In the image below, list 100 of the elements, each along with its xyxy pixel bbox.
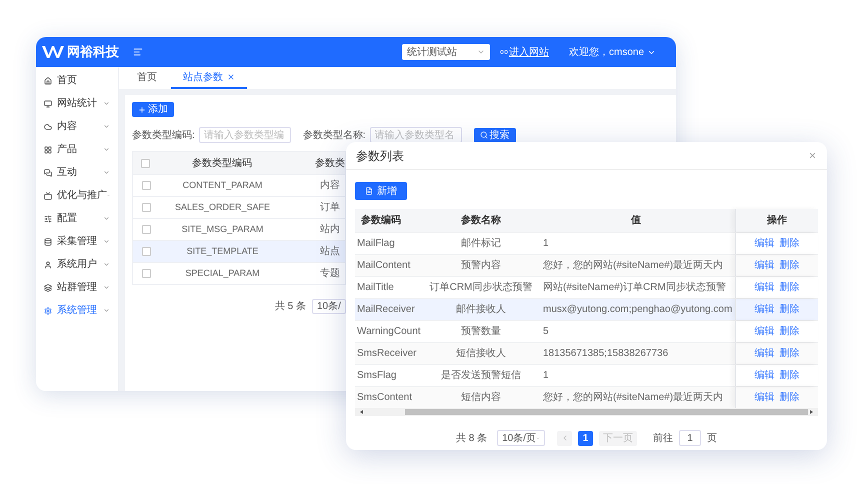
search-icon <box>480 131 488 139</box>
sidebar-item[interactable]: 优化与推广 <box>36 184 118 207</box>
search-button[interactable]: 搜索 <box>474 128 516 142</box>
table-cell: 订单CRM同步状态预警 <box>430 282 532 293</box>
menu-icon[interactable] <box>133 47 143 57</box>
chevron-icon <box>103 169 110 176</box>
edit-link[interactable]: 编辑 <box>754 258 774 273</box>
filter-label: 参数类型名称: <box>302 128 366 142</box>
sidebar-item[interactable]: 网站统计 <box>36 92 118 115</box>
cloud-icon <box>44 122 52 130</box>
jump-field[interactable]: 1 <box>679 430 702 446</box>
total-count: 共 5 条 <box>274 300 306 314</box>
table-cell: 邮件标记 <box>461 238 501 249</box>
table-cell-text: CONTENT_PARAM <box>182 178 264 192</box>
table-cell: 预警数量 <box>461 326 501 337</box>
filter-field[interactable]: 请输入参数类型名 <box>370 127 462 143</box>
document-icon <box>365 187 373 195</box>
horizontal-scrollbar[interactable] <box>355 408 818 416</box>
table-cell: 短信接收人 <box>456 348 506 359</box>
user-icon <box>44 260 52 268</box>
table-cell: 5 <box>543 326 549 337</box>
delete-link[interactable]: 删除 <box>780 236 800 251</box>
delete-link[interactable]: 删除 <box>780 346 800 361</box>
checkbox[interactable] <box>142 181 150 190</box>
checkbox[interactable] <box>142 225 150 234</box>
table-cell: 短信内容 <box>461 392 501 403</box>
chat-icon <box>44 168 52 176</box>
page-tab[interactable]: 站点参数 <box>171 67 247 89</box>
site-link[interactable]: 进入网站 <box>500 44 549 60</box>
sidebar-item[interactable]: 采集管理 <box>36 230 118 253</box>
table-cell: 18135671385;15838267736 <box>543 348 668 359</box>
sidebar-item[interactable]: 站群管理 <box>36 276 118 299</box>
close-icon[interactable] <box>808 151 817 160</box>
table-cell-text: 站点 <box>319 244 341 259</box>
column-header: 值 <box>631 214 641 228</box>
page-tab[interactable]: 首页 <box>125 67 169 89</box>
table-cell: SmsFlag <box>357 370 396 381</box>
new-button[interactable]: 新增 <box>355 182 407 200</box>
table-cell-text: 内容 <box>319 178 341 193</box>
chevron-icon <box>103 215 110 222</box>
grid-icon <box>44 146 52 154</box>
sidebar-item[interactable]: 内容 <box>36 115 118 138</box>
edit-link[interactable]: 编辑 <box>754 302 774 317</box>
table-cell: 是否发送预警短信 <box>441 370 521 381</box>
add-button[interactable]: 添加 <box>132 102 174 117</box>
site-select[interactable]: 统计测试站 <box>402 44 490 60</box>
chevron-icon <box>536 434 540 442</box>
table-cell-text: SITE_TEMPLATE <box>186 244 260 258</box>
edit-link[interactable]: 编辑 <box>754 280 774 295</box>
delete-link[interactable]: 删除 <box>780 324 800 339</box>
user-menu[interactable]: 欢迎您，cmsone <box>568 44 656 60</box>
table-cell-text: 站内 <box>319 222 341 237</box>
sidebar-item[interactable]: 系统用户 <box>36 253 118 276</box>
column-header: 参数编码 <box>361 214 401 228</box>
table-cell: 您好，您的网站(#siteName#)最近两天内 <box>543 392 724 403</box>
database-icon <box>44 238 52 246</box>
delete-link[interactable]: 删除 <box>780 368 800 383</box>
table-cell: WarningCount <box>357 326 421 337</box>
close-icon[interactable] <box>227 73 235 81</box>
sidebar-item[interactable]: 互动 <box>36 161 118 184</box>
checkbox[interactable] <box>142 203 150 212</box>
edit-link[interactable]: 编辑 <box>754 346 774 361</box>
table-cell: 1 <box>543 238 549 249</box>
sidebar-item[interactable]: 系统管理 <box>36 299 118 322</box>
column-header: 操作 <box>767 214 787 228</box>
logo-text: 网裕科技 <box>67 43 119 62</box>
sidebar-item[interactable]: 配置 <box>36 207 118 230</box>
table-cell-text: SITE_MSG_PARAM <box>180 222 264 236</box>
sliders-icon <box>44 214 52 222</box>
layers-icon <box>44 284 52 292</box>
delete-link[interactable]: 删除 <box>780 302 800 317</box>
sidebar-item[interactable]: 产品 <box>36 138 118 161</box>
checkbox[interactable] <box>142 269 150 278</box>
column-header: 参数类 <box>314 156 345 170</box>
table-cell: 网站(#siteName#)订单CRM同步状态预警 <box>543 282 726 293</box>
chevron-icon <box>103 261 110 268</box>
delete-link[interactable]: 删除 <box>780 258 800 273</box>
delete-link[interactable]: 删除 <box>780 280 800 295</box>
table-cell: musx@yutong.com;penghao@yutong.com <box>543 304 732 315</box>
delete-link[interactable]: 删除 <box>780 390 800 405</box>
table-cell-text: SPECIAL_PARAM <box>184 266 261 280</box>
table-cell: 邮件接收人 <box>456 304 506 315</box>
page-size-select[interactable]: 10条/页 <box>497 430 546 446</box>
sidebar-item[interactable]: 首页 <box>36 69 118 92</box>
edit-link[interactable]: 编辑 <box>754 368 774 383</box>
table-cell-text: 订单 <box>319 200 341 215</box>
checkbox[interactable] <box>142 247 150 256</box>
table-cell: MailTitle <box>357 282 394 293</box>
chevron-icon <box>103 307 110 314</box>
jump-label: 前往 <box>653 432 674 446</box>
filter-field[interactable]: 请输入参数类型编 <box>198 127 291 143</box>
checkbox[interactable] <box>141 158 150 168</box>
dialog-title: 参数列表 <box>356 148 404 164</box>
filter-label: 参数类型编码: <box>132 128 195 142</box>
table-cell: SmsContent <box>357 392 412 403</box>
edit-link[interactable]: 编辑 <box>754 390 774 405</box>
edit-link[interactable]: 编辑 <box>754 236 774 251</box>
edit-link[interactable]: 编辑 <box>754 324 774 339</box>
chevron-icon <box>476 48 485 56</box>
page-button[interactable]: 1 <box>578 430 594 446</box>
